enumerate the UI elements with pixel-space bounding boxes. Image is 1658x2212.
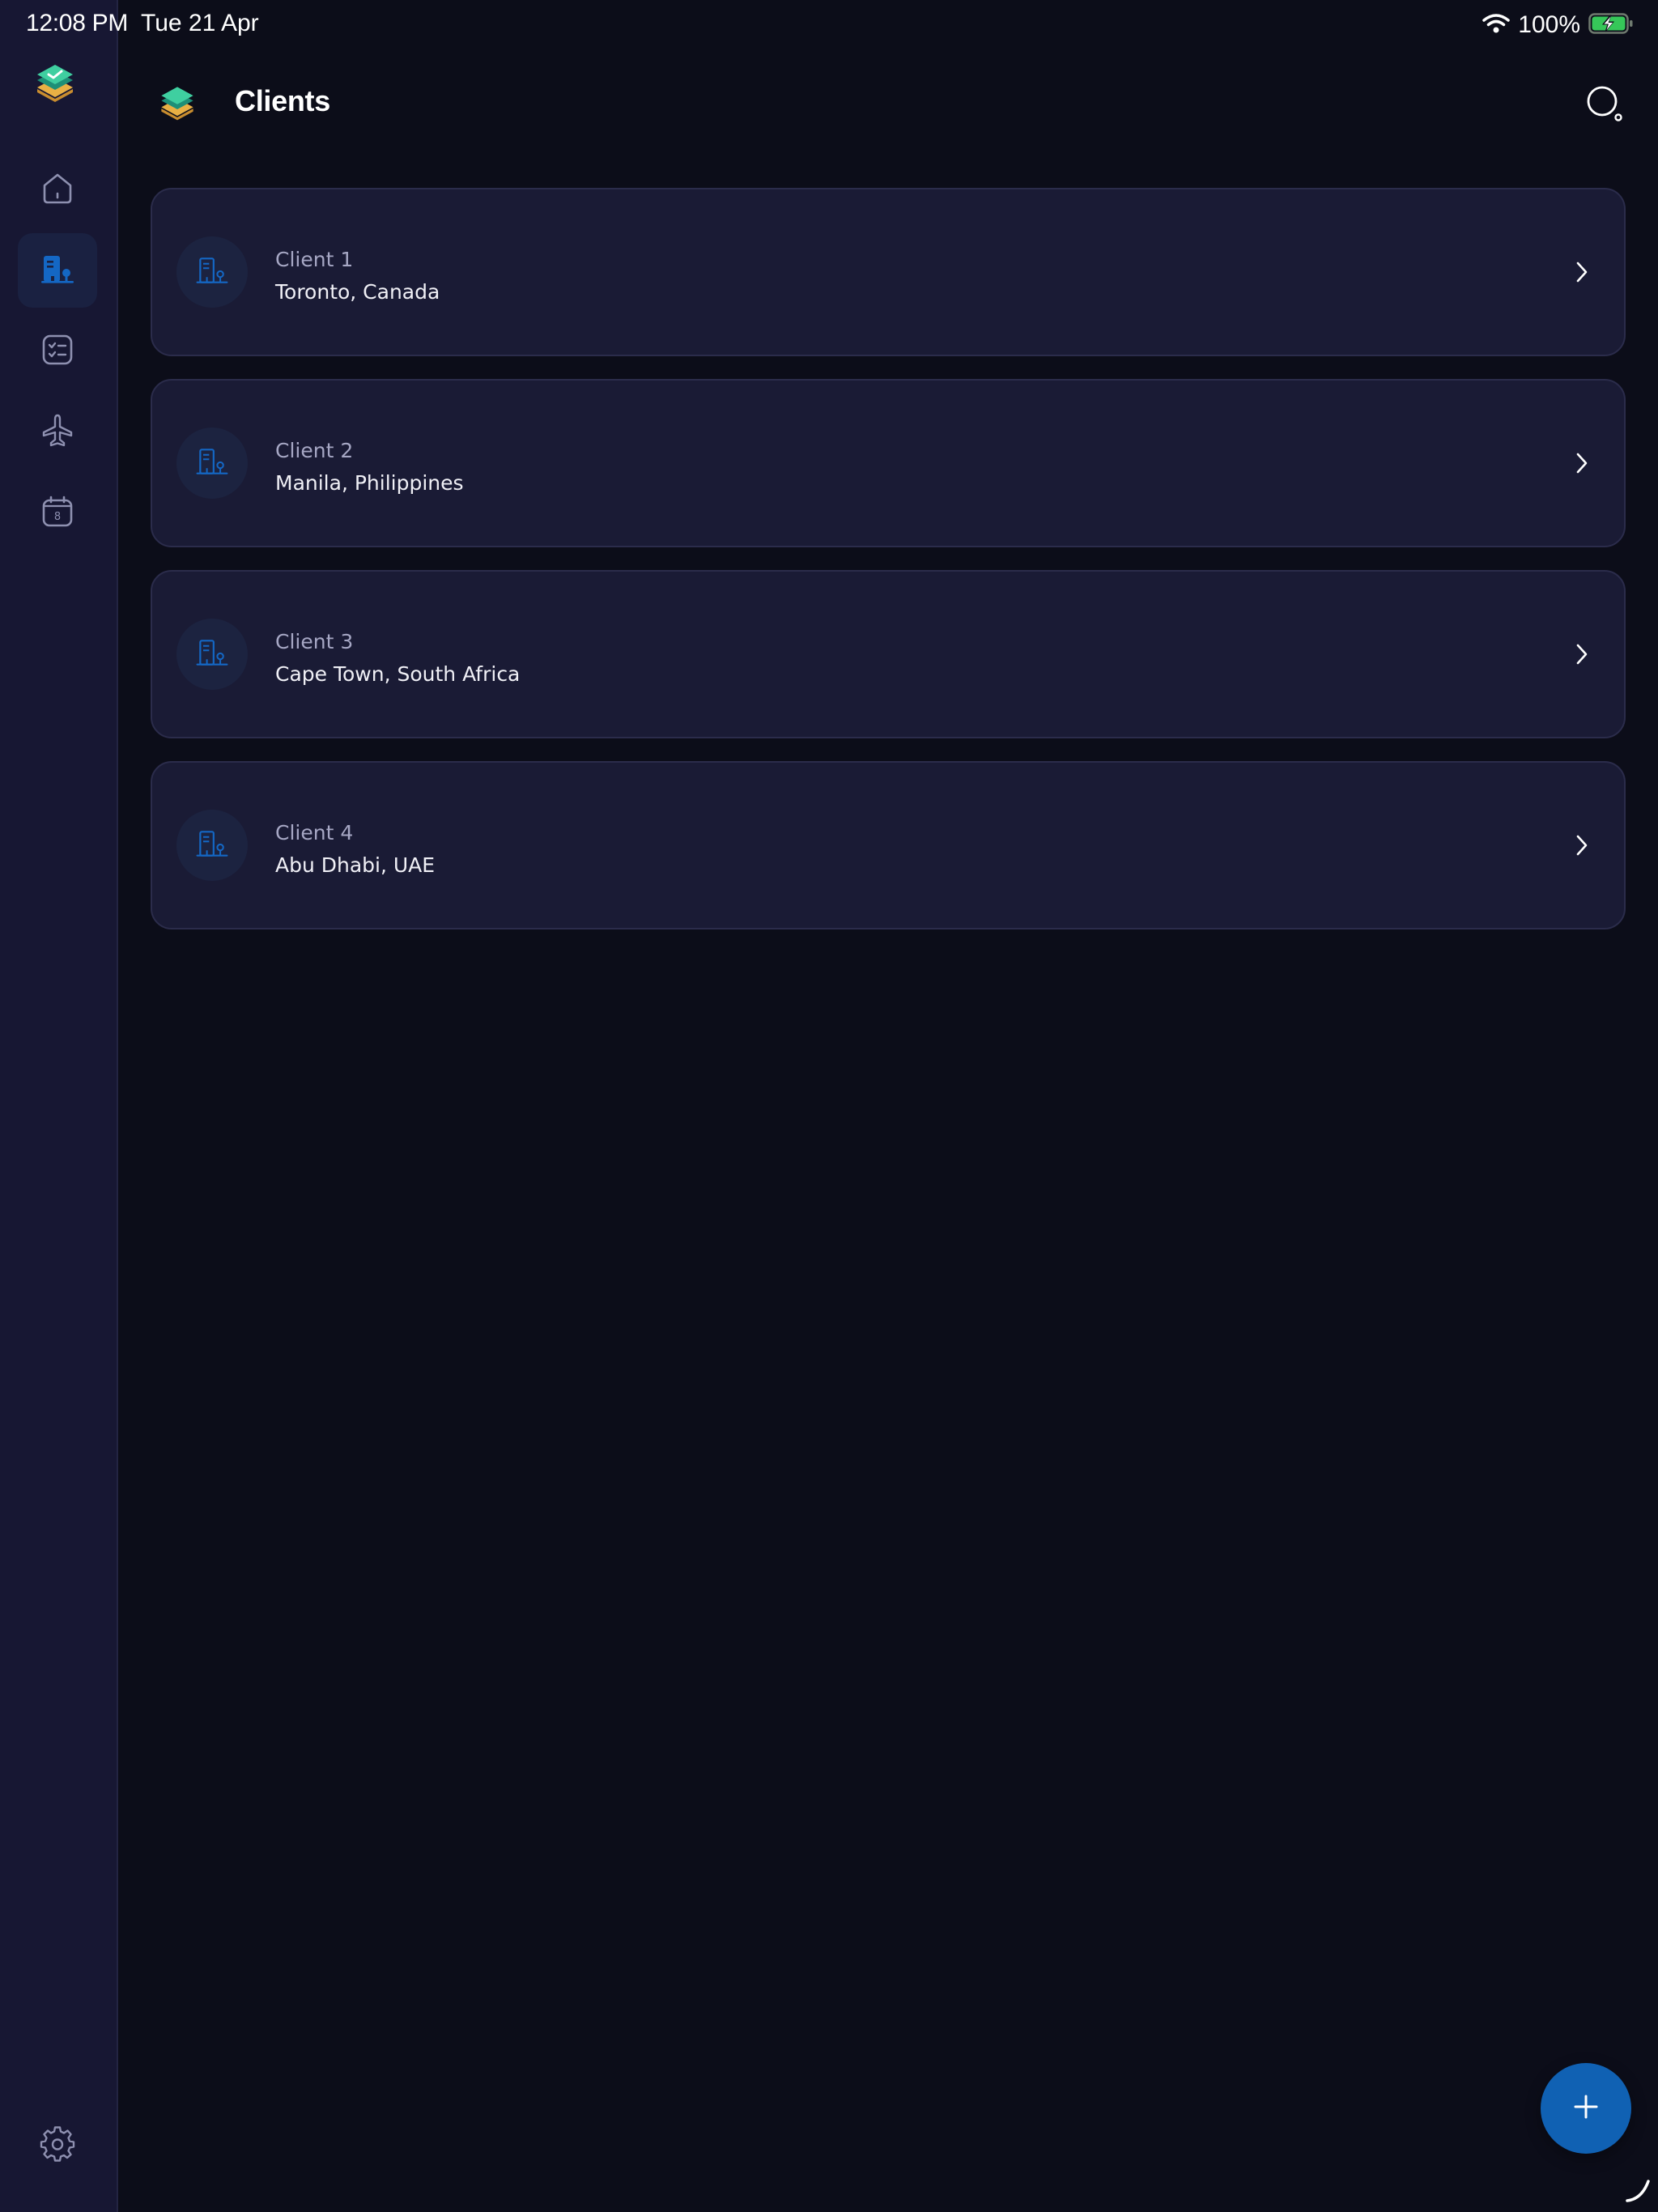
add-client-button[interactable] bbox=[1541, 2063, 1631, 2154]
sidebar-item-tasks[interactable] bbox=[18, 314, 97, 389]
app-logo[interactable] bbox=[32, 60, 78, 105]
client-location: Manila, Philippines bbox=[275, 471, 464, 495]
chevron-right-icon bbox=[1566, 636, 1598, 672]
app-window: 12:08 PM Tue 21 Apr 100% 8 Clients Clien… bbox=[0, 0, 1658, 2212]
client-card[interactable]: Client 3 Cape Town, South Africa bbox=[151, 570, 1626, 738]
client-card[interactable]: Client 2 Manila, Philippines bbox=[151, 379, 1626, 547]
client-name: Client 3 bbox=[275, 630, 354, 653]
battery-charging-icon bbox=[1588, 12, 1634, 39]
chevron-right-icon bbox=[1566, 827, 1598, 863]
calendar-day-number: 8 bbox=[54, 511, 61, 523]
client-avatar bbox=[176, 428, 248, 499]
gear-icon bbox=[38, 2125, 77, 2167]
sidebar-item-calendar[interactable]: 8 bbox=[18, 476, 97, 551]
battery-percentage: 100% bbox=[1518, 11, 1580, 38]
sidebar: 8 bbox=[0, 0, 118, 2212]
search-button[interactable] bbox=[1584, 84, 1626, 126]
checklist-icon bbox=[38, 330, 77, 373]
airplane-icon bbox=[38, 411, 77, 454]
chevron-right-icon bbox=[1566, 254, 1598, 290]
client-list: Client 1 Toronto, Canada Client 2 Manila… bbox=[151, 188, 1626, 952]
resize-handle-icon[interactable] bbox=[1624, 2176, 1652, 2204]
sidebar-item-travel[interactable] bbox=[18, 395, 97, 470]
client-name: Client 1 bbox=[275, 248, 354, 271]
wifi-icon bbox=[1482, 13, 1511, 38]
client-name: Client 2 bbox=[275, 439, 354, 462]
sidebar-item-home[interactable] bbox=[18, 152, 97, 227]
building-icon bbox=[194, 253, 230, 292]
client-location: Abu Dhabi, UAE bbox=[275, 853, 436, 877]
client-location: Toronto, Canada bbox=[275, 280, 440, 304]
status-indicators: 100% bbox=[1482, 11, 1634, 39]
sidebar-item-clients[interactable] bbox=[18, 233, 97, 308]
client-avatar bbox=[176, 236, 248, 308]
status-time: 12:08 PM bbox=[26, 10, 129, 36]
page-title: Clients bbox=[235, 84, 330, 117]
client-name: Client 4 bbox=[275, 821, 354, 844]
status-bar: 12:08 PM Tue 21 Apr 100% bbox=[0, 0, 1658, 52]
settings-button[interactable] bbox=[18, 2108, 97, 2183]
client-card[interactable]: Client 4 Abu Dhabi, UAE bbox=[151, 761, 1626, 929]
search-icon bbox=[1585, 84, 1624, 127]
calendar-icon: 8 bbox=[38, 492, 77, 535]
home-icon bbox=[38, 168, 77, 211]
header-logo bbox=[157, 83, 198, 123]
building-icon bbox=[38, 249, 77, 292]
building-icon bbox=[194, 826, 230, 866]
client-location: Cape Town, South Africa bbox=[275, 662, 521, 686]
status-date: Tue 21 Apr bbox=[141, 10, 259, 36]
client-avatar bbox=[176, 810, 248, 881]
plus-icon bbox=[1570, 2091, 1602, 2127]
building-icon bbox=[194, 635, 230, 674]
client-card[interactable]: Client 1 Toronto, Canada bbox=[151, 188, 1626, 356]
chevron-right-icon bbox=[1566, 445, 1598, 481]
client-avatar bbox=[176, 619, 248, 690]
building-icon bbox=[194, 444, 230, 483]
